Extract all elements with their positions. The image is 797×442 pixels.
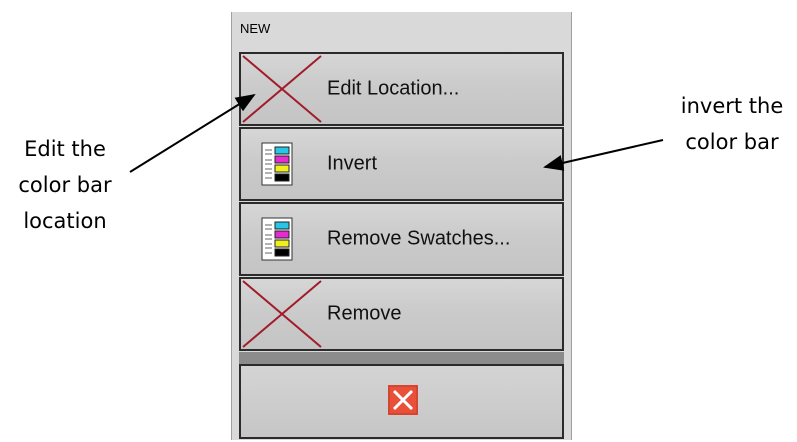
edit-location-arrow	[129, 93, 256, 173]
invert-arrow	[543, 139, 664, 171]
callout-arrows	[129, 93, 664, 173]
